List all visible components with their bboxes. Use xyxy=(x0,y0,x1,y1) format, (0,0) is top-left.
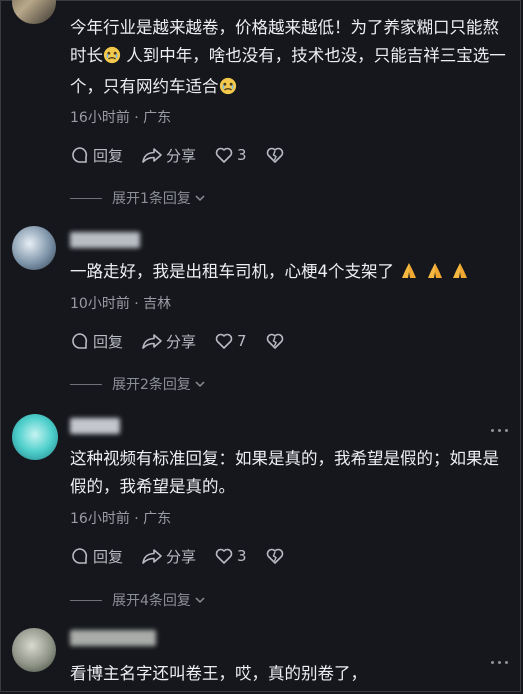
username-blurred[interactable] xyxy=(70,630,156,646)
username-blurred[interactable] xyxy=(70,418,120,434)
dislike-button[interactable] xyxy=(265,546,288,566)
expand-replies-label: 展开1条回复 xyxy=(112,191,191,207)
expand-replies[interactable]: 展开2条回复 xyxy=(70,374,207,394)
praying-hands-emoji xyxy=(399,261,419,289)
comment-actions: 回复 分享 3 xyxy=(70,144,306,166)
comment-meta: 16小时前 · 广东 xyxy=(70,511,172,527)
reply-button[interactable]: 回复 xyxy=(70,145,123,166)
reply-label: 回复 xyxy=(93,332,124,351)
dislike-button[interactable] xyxy=(265,331,288,351)
avatar[interactable] xyxy=(12,226,56,270)
share-label: 分享 xyxy=(166,146,197,165)
broken-heart-icon xyxy=(266,548,283,564)
share-button[interactable]: 分享 xyxy=(141,546,196,567)
dislike-button[interactable] xyxy=(265,145,288,165)
like-count: 3 xyxy=(237,146,247,164)
avatar[interactable] xyxy=(12,414,58,460)
praying-hands-emoji xyxy=(425,261,445,289)
reply-button[interactable]: 回复 xyxy=(70,331,123,352)
avatar[interactable] xyxy=(12,0,56,24)
expand-replies[interactable]: 展开4条回复 xyxy=(70,590,207,610)
comment-text: 看博主名字还叫卷王，哎，真的别卷了， xyxy=(70,664,367,683)
comment-bubble-icon xyxy=(72,147,88,163)
comment-bubble-icon xyxy=(72,548,88,564)
sad-face-emoji xyxy=(219,76,237,104)
expand-replies-label: 展开4条回复 xyxy=(112,593,191,609)
comment-text: 这种视频有标准回复：如果是真的，我希望是假的；如果是假的，我希望是真的。 xyxy=(70,449,499,496)
broken-heart-icon xyxy=(266,147,283,163)
heart-icon xyxy=(215,147,233,163)
share-label: 分享 xyxy=(166,332,197,351)
comment-bubble-icon xyxy=(72,333,88,349)
like-button[interactable]: 3 xyxy=(214,546,247,566)
sad-face-emoji xyxy=(103,45,121,73)
comment-meta: 10小时前 · 吉林 xyxy=(70,296,172,312)
share-arrow-icon xyxy=(142,334,162,349)
avatar[interactable] xyxy=(12,628,56,672)
like-count: 3 xyxy=(237,547,247,565)
chevron-down-icon xyxy=(195,381,205,388)
heart-icon xyxy=(215,548,233,564)
share-label: 分享 xyxy=(166,547,197,566)
reply-label: 回复 xyxy=(93,547,124,566)
like-button[interactable]: 7 xyxy=(214,331,247,351)
more-dots-icon[interactable] xyxy=(491,428,509,434)
share-button[interactable]: 分享 xyxy=(141,145,196,166)
heart-icon xyxy=(215,333,233,349)
broken-heart-icon xyxy=(266,333,283,349)
comment-text: 一路走好，我是出租车司机，心梗4个支架了 xyxy=(70,258,510,289)
like-button[interactable]: 3 xyxy=(214,145,247,165)
share-arrow-icon xyxy=(142,148,162,163)
divider xyxy=(70,599,102,601)
expand-replies-label: 展开2条回复 xyxy=(112,377,191,393)
chevron-down-icon xyxy=(195,597,205,604)
share-button[interactable]: 分享 xyxy=(141,331,196,352)
reply-label: 回复 xyxy=(93,146,124,165)
like-count: 7 xyxy=(237,332,247,350)
comment-actions: 回复 分享 3 xyxy=(70,545,306,567)
comment-actions: 回复 分享 7 xyxy=(70,330,306,352)
praying-hands-emoji xyxy=(450,261,470,289)
share-arrow-icon xyxy=(142,549,162,564)
divider xyxy=(70,197,102,199)
expand-replies[interactable]: 展开1条回复 xyxy=(70,188,207,208)
chevron-down-icon xyxy=(195,195,205,202)
divider xyxy=(70,383,102,385)
comment-meta: 16小时前 · 广东 xyxy=(70,110,172,126)
comment-text: 今年行业是越来越卷，价格越来越低！为了养家糊口只能熬时长 人到中年，啥也没有，技… xyxy=(70,14,510,104)
username-blurred[interactable] xyxy=(70,232,140,248)
reply-button[interactable]: 回复 xyxy=(70,546,123,567)
